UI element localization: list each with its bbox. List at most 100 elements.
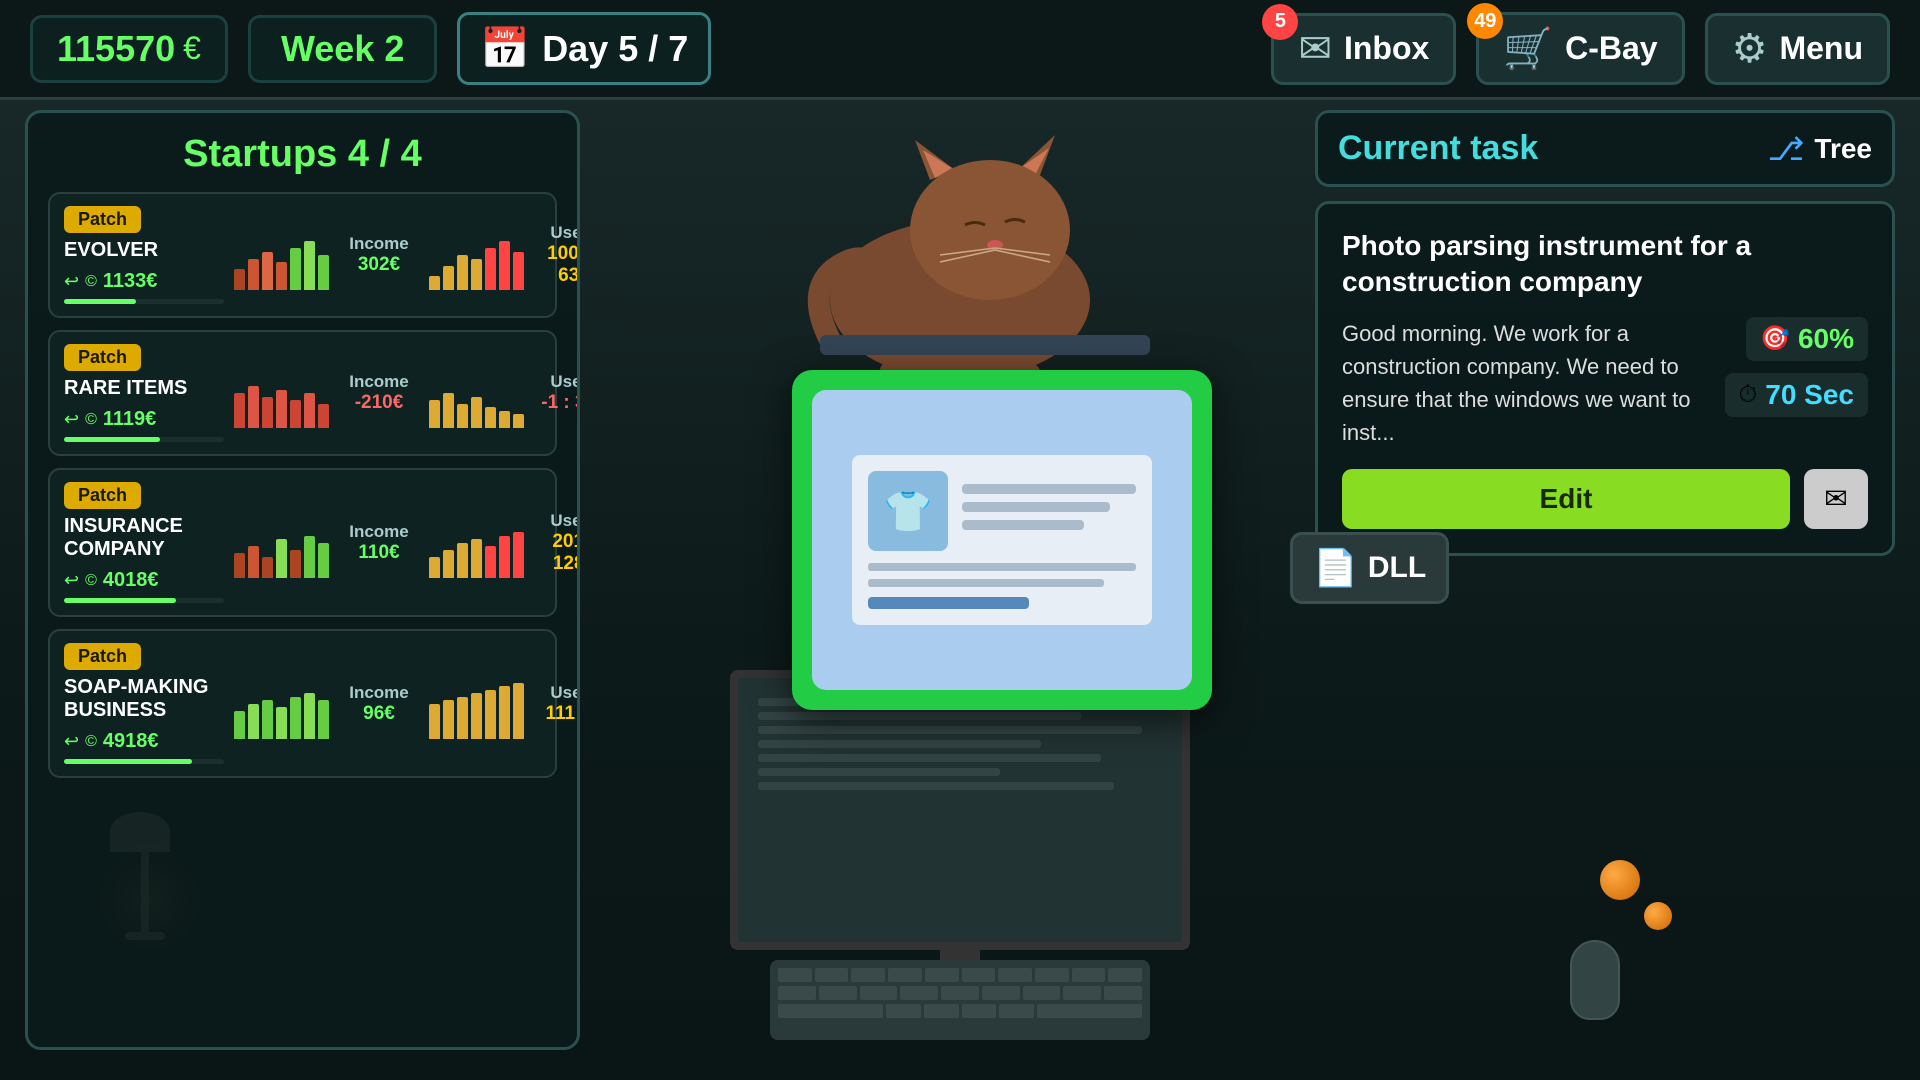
- startup-name: INSURANCE COMPANY: [64, 515, 224, 561]
- startup-row: Patch SOAP-MAKING BUSINESS ↩ © 4918€ Inc…: [48, 629, 557, 778]
- cbay-label: C-Bay: [1565, 30, 1657, 67]
- users-value: 201 : 1282: [534, 531, 580, 575]
- users-label: Users: [534, 372, 580, 392]
- modal-text-lines: [962, 484, 1136, 538]
- modal-app-header: 👕: [868, 471, 1136, 551]
- cost-amount: 1133€: [103, 270, 158, 293]
- time-value: 70 Sec: [1765, 379, 1854, 411]
- patch-badge[interactable]: Patch: [64, 344, 141, 371]
- startup-progress-bar: [64, 437, 224, 442]
- task-name: Photo parsing instrument for a construct…: [1342, 228, 1868, 301]
- day-text: Day 5 / 7: [542, 28, 688, 70]
- center-modal: 👕: [792, 370, 1212, 710]
- startup-progress-fill: [64, 299, 136, 304]
- income-label: Income: [339, 234, 419, 254]
- income-stat: Income -210€: [339, 372, 419, 414]
- startups-panel: Startups 4 / 4 Patch EVOLVER ↩ © 1133€ I…: [25, 110, 580, 1050]
- users-value: -1 : 394: [534, 392, 580, 414]
- users-stat: Users 201 : 1282: [534, 511, 580, 575]
- dll-button[interactable]: 📄 DLL: [1290, 532, 1449, 604]
- patch-badge[interactable]: Patch: [64, 206, 141, 233]
- gear-icon: ⚙: [1732, 26, 1768, 72]
- day-display: 📅 Day 5 / 7: [457, 12, 711, 85]
- dll-label: DLL: [1368, 551, 1426, 585]
- currency-display: 115570 €: [30, 15, 228, 83]
- users-label: Users: [534, 223, 580, 243]
- tree-button[interactable]: ⎇ Tree: [1768, 130, 1872, 168]
- startup-name: EVOLVER: [64, 239, 224, 262]
- shirt-icon: 👕: [868, 471, 948, 551]
- cost-coin: ©: [85, 273, 97, 291]
- income-label: Income: [339, 372, 419, 392]
- calendar-icon: 📅: [480, 25, 530, 72]
- startups-title: Startups 4 / 4: [48, 133, 557, 176]
- currency-amount: 115570: [57, 28, 175, 70]
- users-label: Users: [534, 683, 580, 703]
- task-body: Photo parsing instrument for a construct…: [1315, 201, 1895, 556]
- startup-progress-bar: [64, 759, 224, 764]
- cost-coin: ©: [85, 411, 97, 429]
- users-stat: Users 1001 : 634: [534, 223, 580, 287]
- cbay-button[interactable]: 49 🛒 C-Bay: [1476, 12, 1684, 85]
- modal-button-line: [868, 597, 1029, 609]
- startup-progress-bar: [64, 299, 224, 304]
- modal-background: 👕: [792, 370, 1212, 710]
- startup-cost: ↩ © 4918€: [64, 730, 224, 753]
- cost-coin: ©: [85, 733, 97, 751]
- cost-amount: 4018€: [103, 569, 159, 592]
- users-chart: [429, 508, 524, 578]
- modal-app-ui: 👕: [852, 455, 1152, 625]
- menu-label: Menu: [1779, 30, 1863, 67]
- inbox-badge: 5: [1262, 4, 1298, 40]
- startup-progress-fill: [64, 759, 192, 764]
- startup-cost: ↩ © 1133€: [64, 270, 224, 293]
- users-chart: [429, 669, 524, 739]
- modal-screen: 👕: [812, 390, 1192, 690]
- startup-cost: ↩ © 1119€: [64, 408, 224, 431]
- income-value: -210€: [339, 392, 419, 414]
- current-task-panel: Current task ⎇ Tree Photo parsing instru…: [1315, 110, 1895, 1050]
- startup-row: Patch INSURANCE COMPANY ↩ © 4018€ Income…: [48, 468, 557, 617]
- income-chart: [234, 508, 329, 578]
- income-label: Income: [339, 683, 419, 703]
- task-header: Current task ⎇ Tree: [1315, 110, 1895, 187]
- cbay-icon: 🛒: [1503, 25, 1553, 72]
- inbox-button[interactable]: 5 ✉ Inbox: [1271, 13, 1456, 85]
- task-description-row: Good morning. We work for a construction…: [1342, 317, 1868, 449]
- income-value: 96€: [339, 703, 419, 725]
- currency-symbol: €: [183, 30, 201, 67]
- users-chart: [429, 358, 524, 428]
- patch-badge[interactable]: Patch: [64, 482, 141, 509]
- users-value: 111 : 0: [534, 703, 580, 725]
- menu-button[interactable]: ⚙ Menu: [1705, 13, 1890, 85]
- cost-arrow: ↩: [64, 731, 79, 752]
- startup-row: Patch EVOLVER ↩ © 1133€ Income 302€ User…: [48, 192, 557, 318]
- startup-info: Patch INSURANCE COMPANY ↩ © 4018€: [64, 482, 224, 603]
- tree-label: Tree: [1814, 133, 1872, 165]
- task-description: Good morning. We work for a construction…: [1342, 317, 1705, 449]
- inbox-icon: ✉: [1298, 26, 1332, 72]
- tree-icon: ⎇: [1768, 130, 1805, 168]
- task-stats: 🎯 60% ⏱ 70 Sec: [1725, 317, 1868, 449]
- cost-arrow: ↩: [64, 271, 79, 292]
- cost-amount: 4918€: [103, 730, 159, 753]
- startup-row: Patch RARE ITEMS ↩ © 1119€ Income -210€ …: [48, 330, 557, 456]
- startup-info: Patch SOAP-MAKING BUSINESS ↩ © 4918€: [64, 643, 224, 764]
- users-stat: Users -1 : 394: [534, 372, 580, 414]
- income-stat: Income 96€: [339, 683, 419, 725]
- mail-button[interactable]: ✉: [1804, 469, 1868, 529]
- edit-button[interactable]: Edit: [1342, 469, 1790, 529]
- mail-icon: ✉: [1824, 482, 1847, 515]
- income-chart: [234, 220, 329, 290]
- users-label: Users: [534, 511, 580, 531]
- monitor-decoration: [730, 670, 1190, 980]
- progress-stat: 🎯 60%: [1746, 317, 1868, 361]
- income-stat: Income 110€: [339, 522, 419, 564]
- patch-badge[interactable]: Patch: [64, 643, 141, 670]
- progress-icon: 🎯: [1760, 324, 1790, 353]
- task-header-title: Current task: [1338, 129, 1538, 168]
- cost-arrow: ↩: [64, 570, 79, 591]
- time-icon: ⏱: [1739, 381, 1758, 409]
- income-stat: Income 302€: [339, 234, 419, 276]
- users-stat: Users 111 : 0: [534, 683, 580, 725]
